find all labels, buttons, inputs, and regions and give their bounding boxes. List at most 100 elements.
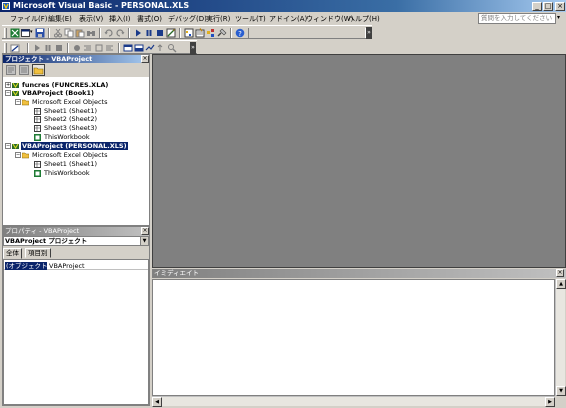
menu-run[interactable]: 実行(R) xyxy=(206,14,230,24)
list-properties-icon[interactable] xyxy=(10,43,20,53)
immediate-window-close-button[interactable]: × xyxy=(556,269,564,277)
tree-node-funcres[interactable]: + funcres (FUNCRES.XLA) xyxy=(5,81,109,89)
worksheet-icon xyxy=(34,160,41,168)
immediate-window-title[interactable]: イミディエイト xyxy=(152,269,566,278)
indent-icon[interactable] xyxy=(72,43,82,53)
menu-debug[interactable]: デバッグ(D) xyxy=(168,14,207,24)
properties-window-icon[interactable] xyxy=(195,28,205,38)
project-tree[interactable]: + funcres (FUNCRES.XLA) − VBAProject (Book… xyxy=(3,78,149,225)
view-code-icon[interactable] xyxy=(6,65,16,75)
title-bar[interactable]: Microsoft Visual Basic - PERSONAL.XLS _ … xyxy=(0,0,566,12)
collapse-toggle-icon[interactable]: − xyxy=(15,99,21,105)
tree-node-sheet1[interactable]: Sheet1 (Sheet1) xyxy=(34,160,98,168)
redo-icon[interactable] xyxy=(115,28,125,38)
properties-window-close-button[interactable]: × xyxy=(141,227,149,235)
vbaproject-icon xyxy=(12,143,19,149)
properties-window-title[interactable]: プロパティ - VBAProject xyxy=(3,227,149,236)
tree-node-thisworkbook[interactable]: ThisWorkbook xyxy=(34,169,91,177)
toolbar-chevron-icon[interactable]: » xyxy=(190,42,196,54)
tree-node-vbaproject-book1[interactable]: − VBAProject (Book1) xyxy=(5,89,95,97)
scroll-down-icon[interactable]: ▼ xyxy=(556,386,566,396)
menu-addins[interactable]: アドイン(A) xyxy=(269,14,307,24)
collapse-toggle-icon[interactable]: − xyxy=(5,90,11,96)
complete-word-icon[interactable] xyxy=(54,43,64,53)
toolbar-chevron-icon[interactable]: » xyxy=(366,27,372,39)
property-name: (オブジェクト名) xyxy=(5,262,57,270)
cut-icon[interactable] xyxy=(53,28,63,38)
project-explorer-close-button[interactable]: × xyxy=(141,55,149,63)
toggle-breakpoint-icon[interactable] xyxy=(94,43,104,53)
object-browser-icon[interactable] xyxy=(206,28,216,38)
break-icon[interactable] xyxy=(144,28,154,38)
toggle-bookmark-icon[interactable] xyxy=(134,43,144,53)
insert-dropdown-icon[interactable]: ▾ xyxy=(30,29,33,35)
scroll-left-icon[interactable]: ◀ xyxy=(152,397,162,407)
clear-bookmarks-icon[interactable] xyxy=(167,43,177,53)
menu-format[interactable]: 書式(O) xyxy=(137,14,162,24)
object-selector-combo[interactable]: VBAProject プロジェクト ▼ xyxy=(3,236,149,246)
expand-toggle-icon[interactable]: + xyxy=(5,82,11,88)
project-explorer-icon[interactable] xyxy=(184,28,194,38)
view-excel-icon[interactable] xyxy=(10,28,20,38)
reset-icon[interactable] xyxy=(155,28,165,38)
previous-bookmark-icon[interactable] xyxy=(156,43,166,53)
comment-block-icon[interactable] xyxy=(105,43,115,53)
find-icon[interactable] xyxy=(86,28,96,38)
menu-tools[interactable]: ツール(T) xyxy=(235,14,266,24)
close-button[interactable]: × xyxy=(555,2,565,11)
quick-info-icon[interactable] xyxy=(32,43,42,53)
tab-categorized[interactable]: 項目別 xyxy=(25,248,51,258)
menu-edit[interactable]: 編集(E) xyxy=(48,14,72,24)
menu-help[interactable]: ヘルプ(H) xyxy=(348,14,380,24)
collapse-toggle-icon[interactable]: − xyxy=(5,143,11,149)
tree-node-label: Sheet3 (Sheet3) xyxy=(44,124,97,132)
undo-icon[interactable] xyxy=(104,28,114,38)
collapse-toggle-icon[interactable]: − xyxy=(15,152,21,158)
toolbar-grip[interactable] xyxy=(4,43,7,53)
help-icon[interactable]: ? xyxy=(235,28,245,38)
tree-node-vbaproject-personal[interactable]: − VBAProject (PERSONAL.XLS) xyxy=(5,142,128,150)
cursor-position-field xyxy=(248,28,366,38)
menu-file[interactable]: ファイル(F) xyxy=(10,14,48,24)
tree-node-sheet3[interactable]: Sheet3 (Sheet3) xyxy=(34,124,98,132)
view-object-icon[interactable] xyxy=(19,65,29,75)
maximize-button[interactable]: □ xyxy=(543,2,553,11)
property-row[interactable]: (オブジェクト名) VBAProject xyxy=(4,262,148,270)
tree-node-sheet2[interactable]: Sheet2 (Sheet2) xyxy=(34,115,98,123)
toolbar-separator xyxy=(230,28,232,38)
toolbox-icon[interactable] xyxy=(217,28,227,38)
immediate-horizontal-scrollbar[interactable]: ◀ ▶ xyxy=(152,396,555,407)
toolbar-grip[interactable] xyxy=(4,28,7,38)
immediate-vertical-scrollbar[interactable]: ▲ ▼ xyxy=(555,279,566,396)
scroll-up-icon[interactable]: ▲ xyxy=(556,279,566,289)
run-icon[interactable] xyxy=(133,28,143,38)
tree-node-label: Microsoft Excel Objects xyxy=(32,98,108,106)
tab-alphabetic[interactable]: 全体 xyxy=(3,248,22,259)
toggle-folders-icon[interactable] xyxy=(32,64,45,76)
workbook-icon xyxy=(34,133,41,141)
copy-icon[interactable] xyxy=(64,28,74,38)
help-question-input[interactable]: 質問を入力してください xyxy=(478,13,556,24)
parameter-info-icon[interactable] xyxy=(43,43,53,53)
property-value[interactable]: VBAProject xyxy=(49,262,85,270)
code-window-area xyxy=(152,54,566,268)
paste-icon[interactable] xyxy=(75,28,85,38)
design-mode-icon[interactable] xyxy=(166,28,176,38)
uncomment-block-icon[interactable] xyxy=(123,43,133,53)
tree-node-excel-objects[interactable]: − Microsoft Excel Objects xyxy=(15,98,109,106)
outdent-icon[interactable] xyxy=(83,43,93,53)
menu-view[interactable]: 表示(V) xyxy=(79,14,103,24)
project-explorer-toolbar xyxy=(3,63,149,77)
scroll-right-icon[interactable]: ▶ xyxy=(545,397,555,407)
immediate-input-area[interactable] xyxy=(152,279,555,396)
help-dropdown-icon[interactable]: ▾ xyxy=(557,14,560,21)
next-bookmark-icon[interactable] xyxy=(145,43,155,53)
dropdown-arrow-icon[interactable]: ▼ xyxy=(140,237,148,245)
tree-node-excel-objects[interactable]: − Microsoft Excel Objects xyxy=(15,151,109,159)
tree-node-thisworkbook[interactable]: ThisWorkbook xyxy=(34,133,91,141)
tree-node-sheet1[interactable]: Sheet1 (Sheet1) xyxy=(34,107,98,115)
save-icon[interactable] xyxy=(35,28,45,38)
minimize-button[interactable]: _ xyxy=(532,2,542,11)
menu-window[interactable]: ウィンドウ(W) xyxy=(306,14,353,24)
menu-insert[interactable]: 挿入(I) xyxy=(109,14,131,24)
